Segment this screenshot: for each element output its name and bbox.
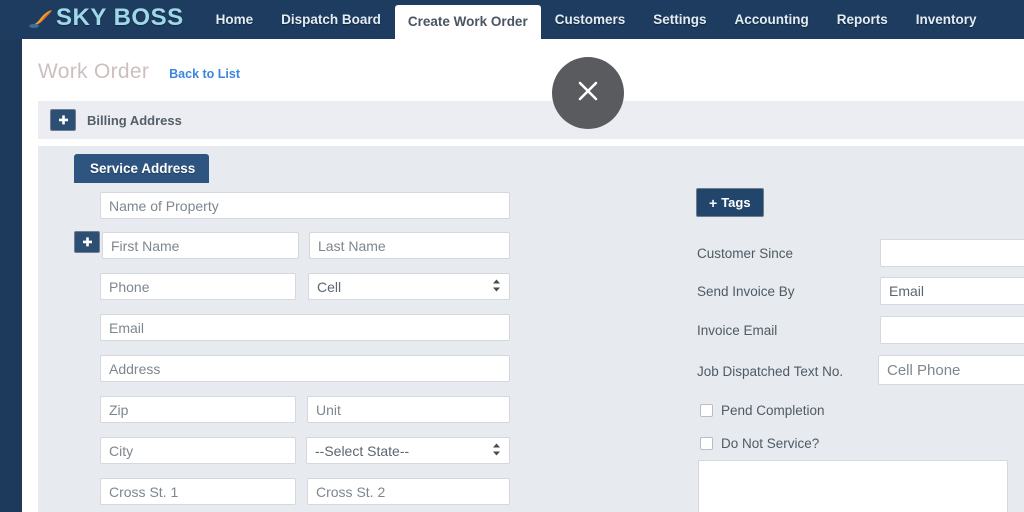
- plus-icon[interactable]: [74, 231, 100, 253]
- address-input[interactable]: Address: [100, 355, 510, 382]
- row-city-state: City --Select State--: [38, 434, 538, 475]
- nav-item-customers[interactable]: Customers: [541, 0, 640, 39]
- navbar-inner: SKY BOSS Home Dispatch Board Create Work…: [0, 0, 1024, 39]
- billing-address-section[interactable]: Billing Address: [38, 101, 1024, 139]
- add-contact-wrapper: [74, 231, 100, 253]
- app-root: SKY BOSS Home Dispatch Board Create Work…: [0, 0, 1024, 512]
- row-cross-streets: Cross St. 1 Cross St. 2: [38, 475, 538, 512]
- pend-completion-row[interactable]: Pend Completion: [700, 403, 825, 418]
- state-value: --Select State--: [315, 442, 410, 459]
- name-of-property-input[interactable]: Name of Property: [100, 192, 510, 219]
- brand-name: SKY BOSS: [56, 4, 184, 31]
- service-address-form: Name of Property First Name Last Name Ph…: [38, 188, 538, 512]
- back-to-list-link[interactable]: Back to List: [169, 67, 240, 81]
- state-select[interactable]: --Select State--: [306, 437, 510, 464]
- nav-item-accounting[interactable]: Accounting: [721, 0, 823, 39]
- phone-input[interactable]: Phone: [100, 273, 296, 300]
- row-address: Address: [38, 352, 538, 393]
- page-header: Work Order Back to List: [38, 60, 240, 84]
- close-overlay-button[interactable]: [552, 57, 624, 129]
- invoice-email-label: Invoice Email: [697, 323, 778, 338]
- city-input[interactable]: City: [100, 437, 296, 464]
- row-zip-unit: Zip Unit: [38, 393, 538, 434]
- service-address-panel: Service Address Name of Property First N…: [38, 146, 1024, 512]
- send-invoice-by-select[interactable]: Email: [880, 277, 1024, 305]
- cross-street-1-input[interactable]: Cross St. 1: [100, 478, 296, 505]
- pend-completion-checkbox[interactable]: [700, 404, 713, 417]
- unit-input[interactable]: Unit: [307, 396, 510, 423]
- service-address-tab[interactable]: Service Address: [74, 154, 210, 183]
- do-not-service-row[interactable]: Do Not Service?: [700, 436, 819, 451]
- plus-icon: +: [709, 194, 718, 211]
- select-arrow-icon: [492, 442, 501, 459]
- job-dispatched-text-no-input[interactable]: Cell Phone: [878, 355, 1024, 385]
- send-invoice-by-label: Send Invoice By: [697, 284, 795, 299]
- top-navbar: SKY BOSS Home Dispatch Board Create Work…: [0, 0, 1024, 39]
- zip-input[interactable]: Zip: [100, 396, 296, 423]
- nav-item-reports[interactable]: Reports: [823, 0, 902, 39]
- page-title: Work Order: [38, 60, 150, 83]
- nav-item-create-work-order[interactable]: Create Work Order: [394, 5, 541, 39]
- first-name-input[interactable]: First Name: [102, 232, 299, 259]
- brand-logo[interactable]: SKY BOSS: [28, 0, 184, 39]
- send-invoice-by-value: Email: [889, 283, 925, 299]
- nav-item-home[interactable]: Home: [202, 0, 268, 39]
- customer-since-input[interactable]: [880, 239, 1024, 267]
- select-arrow-icon: [492, 278, 501, 295]
- plus-icon[interactable]: [50, 109, 76, 131]
- customer-since-label: Customer Since: [697, 246, 794, 261]
- notes-textarea[interactable]: [698, 460, 1008, 512]
- phone-type-select[interactable]: Cell: [308, 273, 510, 300]
- pend-completion-label: Pend Completion: [721, 403, 825, 418]
- row-name: First Name Last Name: [38, 229, 538, 270]
- last-name-input[interactable]: Last Name: [309, 232, 510, 259]
- nav-item-dispatch-board[interactable]: Dispatch Board: [267, 0, 395, 39]
- row-phone: Phone Cell: [38, 270, 538, 311]
- nav-item-settings[interactable]: Settings: [639, 0, 720, 39]
- row-email: Email: [38, 311, 538, 352]
- email-input[interactable]: Email: [100, 314, 510, 341]
- add-tags-button[interactable]: + Tags: [696, 188, 764, 217]
- cross-street-2-input[interactable]: Cross St. 2: [307, 478, 510, 505]
- nav-item-inventory[interactable]: Inventory: [902, 0, 991, 39]
- close-x-icon: [573, 76, 603, 111]
- nav-links: Home Dispatch Board Create Work Order Cu…: [202, 0, 991, 39]
- invoice-email-input[interactable]: [880, 316, 1024, 344]
- row-name-of-property: Name of Property: [38, 188, 538, 229]
- swoosh-logo-icon: [28, 7, 54, 29]
- job-dispatched-text-no-label: Job Dispatched Text No.: [697, 364, 844, 379]
- do-not-service-label: Do Not Service?: [721, 436, 820, 451]
- tags-button-label: Tags: [721, 195, 751, 210]
- phone-type-value: Cell: [317, 278, 342, 295]
- page-body: Work Order Back to List Billing Address …: [22, 39, 1024, 512]
- billing-address-label: Billing Address: [87, 112, 182, 128]
- do-not-service-checkbox[interactable]: [700, 437, 713, 450]
